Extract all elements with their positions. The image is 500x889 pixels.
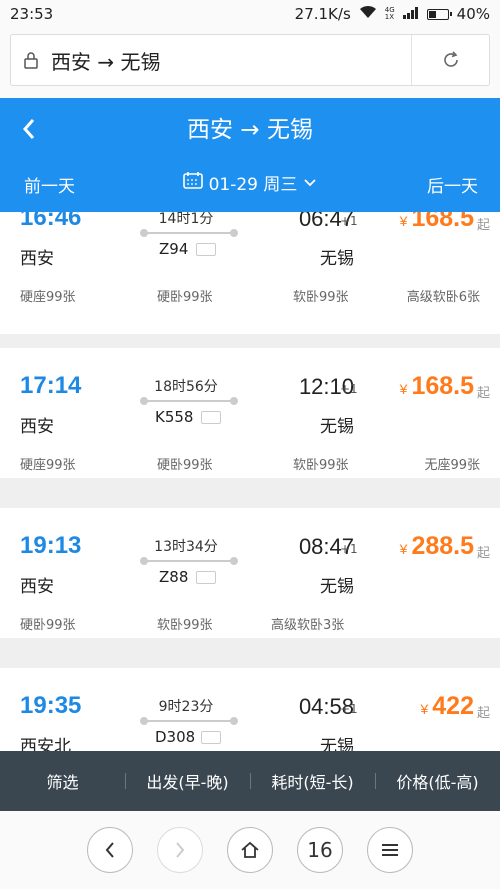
train-card[interactable]: 19:13 西安 13时34分 Z88 08:47 +1 无锡 ¥288.5 起… bbox=[0, 508, 500, 638]
route-line bbox=[140, 229, 238, 237]
next-day-marker: +1 bbox=[340, 702, 358, 716]
ticket-price: ¥288.5 bbox=[399, 532, 474, 560]
train-number: D308 bbox=[155, 728, 196, 746]
chevron-left-icon bbox=[105, 842, 114, 858]
browser-forward-button[interactable] bbox=[157, 827, 203, 873]
departure-time: 17:14 bbox=[20, 372, 82, 399]
train-list[interactable]: 16:46 西安 14时1分 Z94 06:47 +1 无锡 ¥168.5 起 … bbox=[0, 212, 500, 751]
route-line bbox=[140, 397, 238, 405]
home-button[interactable] bbox=[227, 827, 273, 873]
arrival-station: 无锡 bbox=[320, 737, 354, 751]
tabs-button[interactable]: 16 bbox=[297, 827, 343, 873]
ticket-price: ¥168.5 bbox=[399, 372, 474, 400]
departure-station: 西安北 bbox=[20, 737, 71, 751]
next-day-marker: +1 bbox=[340, 214, 358, 228]
seat-availability: 硬座99张 bbox=[20, 290, 76, 305]
trip-duration: 14时1分 bbox=[158, 212, 214, 227]
seat-availability: 软卧99张 bbox=[157, 618, 213, 633]
train-card[interactable]: 16:46 西安 14时1分 Z94 06:47 +1 无锡 ¥168.5 起 … bbox=[0, 212, 500, 334]
departure-time: 19:35 bbox=[20, 692, 82, 719]
yen-symbol: ¥ bbox=[399, 541, 408, 557]
seat-availability: 无座99张 bbox=[424, 458, 480, 473]
train-number: K558 bbox=[155, 408, 194, 426]
price-from-label: 起 bbox=[476, 386, 490, 401]
filter-button[interactable]: 筛选 bbox=[0, 769, 125, 793]
arrival-station: 无锡 bbox=[320, 249, 354, 269]
seat-availability: 软卧99张 bbox=[293, 290, 349, 305]
wifi-icon bbox=[359, 5, 377, 23]
lock-icon bbox=[11, 51, 51, 69]
status-bar: 23:53 27.1K/s 4G 1X 40% bbox=[0, 0, 500, 28]
menu-icon bbox=[382, 844, 398, 856]
chevron-down-icon bbox=[303, 173, 317, 193]
price-from-label: 起 bbox=[476, 218, 490, 233]
address-bar[interactable]: 西安 → 无锡 bbox=[10, 34, 490, 86]
date-label: 01-29 周三 bbox=[208, 175, 298, 195]
trip-duration: 9时23分 bbox=[158, 699, 214, 715]
page-header: 西安 → 无锡 前一天 01-29 周三 后一天 bbox=[0, 98, 500, 212]
menu-button[interactable] bbox=[367, 827, 413, 873]
departure-station: 西安 bbox=[20, 249, 54, 269]
seat-availability: 高级软卧3张 bbox=[271, 618, 345, 633]
sort-duration-button[interactable]: 耗时(短-长) bbox=[250, 769, 375, 793]
home-icon bbox=[241, 841, 259, 858]
seat-availability: 硬卧99张 bbox=[20, 618, 76, 633]
yen-symbol: ¥ bbox=[420, 701, 429, 717]
network-type: 4G 1X bbox=[384, 6, 395, 21]
next-day-button[interactable]: 后一天 bbox=[427, 172, 478, 197]
trip-duration: 18时56分 bbox=[154, 379, 218, 395]
departure-station: 西安 bbox=[20, 417, 54, 437]
departure-time: 19:13 bbox=[20, 532, 82, 559]
browser-toolbar: 西安 → 无锡 bbox=[0, 28, 500, 98]
ticket-price: ¥422 bbox=[420, 692, 474, 720]
page-title: 西安 → 无锡 bbox=[187, 117, 313, 143]
date-selector[interactable]: 01-29 周三 bbox=[0, 170, 500, 195]
yen-symbol: ¥ bbox=[399, 213, 408, 229]
price-from-label: 起 bbox=[476, 706, 490, 721]
chevron-right-icon bbox=[176, 842, 185, 858]
seat-availability: 硬卧99张 bbox=[157, 290, 213, 305]
route-line bbox=[140, 557, 238, 565]
ticket-price: ¥168.5 bbox=[399, 212, 474, 232]
seat-availability: 软卧99张 bbox=[293, 458, 349, 473]
refresh-icon bbox=[443, 51, 458, 67]
departure-time: 16:46 bbox=[20, 212, 82, 231]
seat-availability: 硬座99张 bbox=[20, 458, 76, 473]
id-card-icon bbox=[201, 411, 221, 424]
status-time: 23:53 bbox=[10, 5, 54, 23]
sort-departure-button[interactable]: 出发(早-晚) bbox=[125, 769, 250, 793]
battery-icon bbox=[426, 8, 452, 20]
browser-nav-bar: 16 bbox=[0, 811, 500, 889]
train-number: Z88 bbox=[159, 568, 189, 586]
id-card-icon bbox=[196, 571, 216, 584]
sort-filter-bar: 筛选 出发(早-晚) 耗时(短-长) 价格(低-高) bbox=[0, 751, 500, 811]
seat-availability: 硬卧99张 bbox=[157, 458, 213, 473]
calendar-icon bbox=[182, 171, 203, 194]
url-text[interactable]: 西安 → 无锡 bbox=[51, 46, 411, 75]
next-day-marker: +1 bbox=[340, 382, 358, 396]
train-number: Z94 bbox=[159, 240, 189, 258]
train-card[interactable]: 17:14 西安 18时56分 K558 12:10 +1 无锡 ¥168.5 … bbox=[0, 348, 500, 478]
next-day-marker: +1 bbox=[340, 542, 358, 556]
arrival-station: 无锡 bbox=[320, 417, 354, 437]
network-speed: 27.1K/s bbox=[294, 5, 351, 23]
arrival-station: 无锡 bbox=[320, 577, 354, 597]
trip-duration: 13时34分 bbox=[154, 539, 218, 555]
browser-back-button[interactable] bbox=[87, 827, 133, 873]
battery-percent: 40% bbox=[456, 5, 490, 23]
id-card-icon bbox=[201, 731, 221, 744]
yen-symbol: ¥ bbox=[399, 381, 408, 397]
route-line bbox=[140, 717, 238, 725]
departure-station: 西安 bbox=[20, 577, 54, 597]
refresh-button[interactable] bbox=[411, 35, 489, 85]
seat-availability: 高级软卧6张 bbox=[406, 290, 480, 305]
signal-icon bbox=[402, 5, 419, 23]
id-card-icon bbox=[196, 243, 216, 256]
price-from-label: 起 bbox=[476, 546, 490, 561]
sort-price-button[interactable]: 价格(低-高) bbox=[375, 769, 500, 793]
train-card[interactable]: 19:35 西安北 9时23分 D308 04:58 +1 无锡 ¥422 起 bbox=[0, 668, 500, 751]
